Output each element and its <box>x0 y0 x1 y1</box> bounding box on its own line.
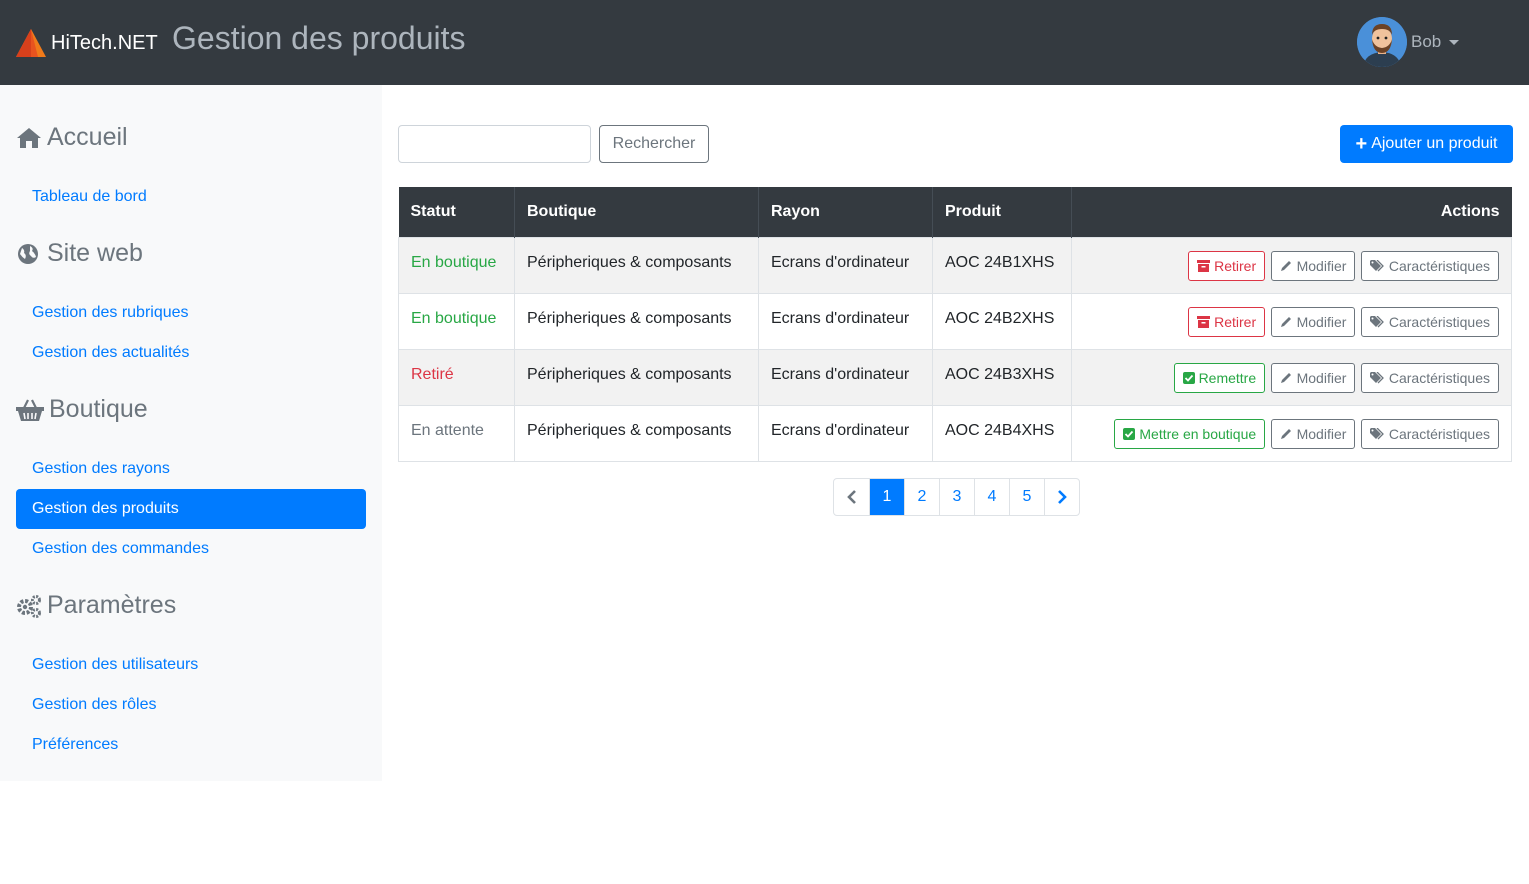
page-5[interactable]: 5 <box>1009 479 1044 515</box>
caracteristiques-button[interactable]: Caractéristiques <box>1360 250 1499 281</box>
chevron-down-icon <box>1449 39 1460 45</box>
page-2[interactable]: 2 <box>904 479 939 515</box>
rayon-cell: Ecrans d'ordinateur <box>758 348 933 406</box>
chevron-left-icon <box>846 489 856 504</box>
check-square-icon <box>1123 427 1136 440</box>
sidebar-item-rubriques[interactable]: Gestion des rubriques <box>16 293 366 333</box>
modifier-button[interactable]: Modifier <box>1270 306 1356 337</box>
chevron-right-icon <box>1058 489 1067 504</box>
actions-cell: Mettre en boutique Modifier Caractéristi… <box>1071 404 1512 462</box>
tags-icon <box>1369 259 1384 271</box>
produit-cell: AOC 24B3XHS <box>932 348 1072 406</box>
tags-icon <box>1369 427 1384 439</box>
basket-icon <box>16 399 44 421</box>
sidebar-item-preferences[interactable]: Préférences <box>16 725 366 765</box>
sidebar: Accueil Tableau de bord Site web Gestion… <box>0 85 382 781</box>
rayon-cell: Ecrans d'ordinateur <box>758 404 933 462</box>
brand-name: HiTech.NET <box>51 31 158 54</box>
boutique-cell: Péripheriques & composants <box>514 348 759 406</box>
brand[interactable]: HiTech.NET <box>16 28 158 58</box>
actions-cell: Remettre Modifier Caractéristiques <box>1071 348 1512 406</box>
status-cell: En boutique <box>398 292 515 350</box>
search-button[interactable]: Rechercher <box>599 125 709 163</box>
column-header-produit: Produit <box>932 187 1072 237</box>
status-cell: En attente <box>398 404 515 462</box>
boutique-cell: Péripheriques & composants <box>514 404 759 462</box>
archive-icon <box>1197 259 1211 272</box>
remettre-button[interactable]: Remettre <box>1173 362 1266 393</box>
retirer-button[interactable]: Retirer <box>1188 306 1266 337</box>
products-table: Statut Boutique Rayon Produit Actions En… <box>398 187 1512 462</box>
produit-cell: AOC 24B1XHS <box>932 236 1072 294</box>
status-cell: En boutique <box>398 236 515 294</box>
status-cell: Retiré <box>398 348 515 406</box>
modifier-button[interactable]: Modifier <box>1270 250 1356 281</box>
cogs-icon <box>17 594 41 618</box>
sidebar-item-rayons[interactable]: Gestion des rayons <box>16 449 366 489</box>
retirer-button[interactable]: Retirer <box>1188 250 1266 281</box>
page-next[interactable] <box>1044 479 1079 515</box>
produit-cell: AOC 24B2XHS <box>932 292 1072 350</box>
sidebar-heading-accueil: Accueil <box>16 123 128 152</box>
page-title: Gestion des produits <box>172 20 466 56</box>
top-navbar: HiTech.NET Gestion des produits Bob <box>0 0 1529 85</box>
table-header-row: Statut Boutique Rayon Produit Actions <box>398 187 1512 237</box>
page-3[interactable]: 3 <box>939 479 974 515</box>
table-row: Retiré Péripheriques & composants Ecrans… <box>398 348 1512 406</box>
home-icon <box>17 127 41 148</box>
rayon-cell: Ecrans d'ordinateur <box>758 292 933 350</box>
sidebar-heading-boutique: Boutique <box>16 395 148 424</box>
user-name: Bob <box>1411 32 1442 51</box>
avatar <box>1357 17 1407 67</box>
sidebar-item-actualites[interactable]: Gestion des actualités <box>16 333 366 373</box>
actions-cell: Retirer Modifier Caractéristiques <box>1071 236 1512 294</box>
archive-icon <box>1197 315 1211 328</box>
pencil-icon <box>1280 372 1291 383</box>
caracteristiques-button[interactable]: Caractéristiques <box>1360 362 1499 393</box>
actions-cell: Retirer Modifier Caractéristiques <box>1071 292 1512 350</box>
column-header-boutique: Boutique <box>514 187 759 237</box>
modifier-button[interactable]: Modifier <box>1270 418 1356 449</box>
produit-cell: AOC 24B4XHS <box>932 404 1072 462</box>
sidebar-item-produits[interactable]: Gestion des produits <box>16 489 366 529</box>
pencil-icon <box>1280 260 1291 271</box>
globe-icon <box>18 243 38 264</box>
table-row: En boutique Péripheriques & composants E… <box>398 292 1512 350</box>
search-input[interactable] <box>398 125 591 163</box>
add-product-button[interactable]: + Ajouter un produit <box>1340 125 1513 163</box>
brand-logo-icon <box>16 29 46 57</box>
page-4[interactable]: 4 <box>974 479 1009 515</box>
sidebar-heading-site-web: Site web <box>16 239 143 268</box>
plus-icon: + <box>1355 133 1368 155</box>
pagination: 1 2 3 4 5 <box>833 478 1080 516</box>
rayon-cell: Ecrans d'ordinateur <box>758 236 933 294</box>
sidebar-item-commandes[interactable]: Gestion des commandes <box>16 529 366 569</box>
sidebar-item-tableau-de-bord[interactable]: Tableau de bord <box>16 177 366 217</box>
page-prev[interactable] <box>834 479 869 515</box>
sidebar-item-roles[interactable]: Gestion des rôles <box>16 685 366 725</box>
page-1[interactable]: 1 <box>869 479 904 515</box>
tags-icon <box>1369 315 1384 327</box>
modifier-button[interactable]: Modifier <box>1270 362 1356 393</box>
user-menu[interactable]: Bob <box>1357 17 1460 67</box>
boutique-cell: Péripheriques & composants <box>514 236 759 294</box>
sidebar-heading-parametres: Paramètres <box>16 591 176 620</box>
tags-icon <box>1369 371 1384 383</box>
table-row: En attente Péripheriques & composants Ec… <box>398 404 1512 462</box>
pencil-icon <box>1280 316 1291 327</box>
table-row: En boutique Péripheriques & composants E… <box>398 236 1512 294</box>
sidebar-item-utilisateurs[interactable]: Gestion des utilisateurs <box>16 645 366 685</box>
caracteristiques-button[interactable]: Caractéristiques <box>1360 306 1499 337</box>
boutique-cell: Péripheriques & composants <box>514 292 759 350</box>
column-header-statut: Statut <box>398 187 515 237</box>
column-header-rayon: Rayon <box>758 187 933 237</box>
pencil-icon <box>1280 428 1291 439</box>
check-square-icon <box>1182 371 1195 384</box>
caracteristiques-button[interactable]: Caractéristiques <box>1360 418 1499 449</box>
mettre-en-boutique-button[interactable]: Mettre en boutique <box>1114 418 1266 449</box>
column-header-actions: Actions <box>1071 187 1512 237</box>
